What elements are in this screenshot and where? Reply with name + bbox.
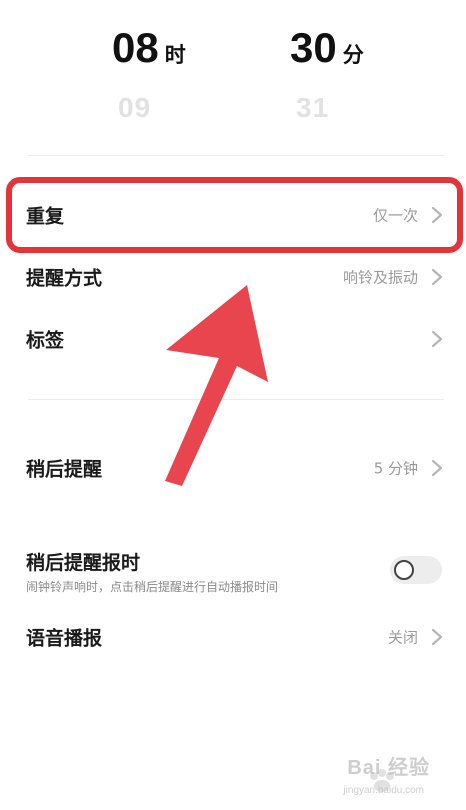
minute-value: 30 — [290, 24, 337, 71]
toggle-knob — [394, 560, 414, 580]
snooze-row[interactable]: 稍后提醒 5 分钟 — [0, 437, 466, 499]
snooze-announce-toggle[interactable] — [390, 556, 442, 584]
chevron-right-icon — [431, 330, 443, 348]
hour-value: 08 — [112, 24, 159, 71]
snooze-label: 稍后提醒 — [26, 458, 103, 481]
snooze-announce-description: 闹钟铃声响时，点击稍后提醒进行自动播报时间 — [26, 580, 279, 594]
reminder-method-value: 响铃及振动 — [342, 268, 418, 287]
voice-broadcast-value: 关闭 — [387, 628, 418, 647]
watermark: Bai 经验 jingyan.baidu.com — [312, 757, 452, 802]
voice-broadcast-label: 语音播报 — [26, 627, 103, 650]
next-minute[interactable]: 31 — [296, 92, 329, 124]
tag-label: 标签 — [26, 329, 65, 352]
snooze-announce-label: 稍后提醒报时 — [26, 552, 141, 574]
snooze-value: 5 分钟 — [373, 459, 418, 478]
minute-unit: 分 — [342, 43, 364, 67]
tag-row[interactable]: 标签 — [0, 308, 466, 370]
reminder-method-row[interactable]: 提醒方式 响铃及振动 — [0, 246, 466, 308]
voice-broadcast-row[interactable]: 语音播报 关闭 — [0, 606, 466, 668]
selected-minute: 30 分 — [290, 24, 364, 72]
highlight-box — [6, 177, 463, 253]
picker-divider — [28, 155, 444, 156]
selected-hour: 08 时 — [112, 24, 186, 72]
snooze-announce-row[interactable]: 稍后提醒报时 闹钟铃声响时，点击稍后提醒进行自动播报时间 — [0, 526, 466, 614]
section-divider — [28, 399, 444, 400]
watermark-brand: Bai 经验 — [347, 757, 430, 779]
watermark-url: jingyan.baidu.com — [343, 785, 424, 796]
next-hour[interactable]: 09 — [118, 92, 151, 124]
time-picker[interactable]: 08 时 09 30 分 31 — [0, 0, 466, 160]
hour-unit: 时 — [164, 43, 186, 67]
chevron-right-icon — [431, 459, 443, 477]
reminder-method-label: 提醒方式 — [26, 267, 103, 290]
chevron-right-icon — [431, 268, 443, 286]
chevron-right-icon — [431, 628, 443, 646]
